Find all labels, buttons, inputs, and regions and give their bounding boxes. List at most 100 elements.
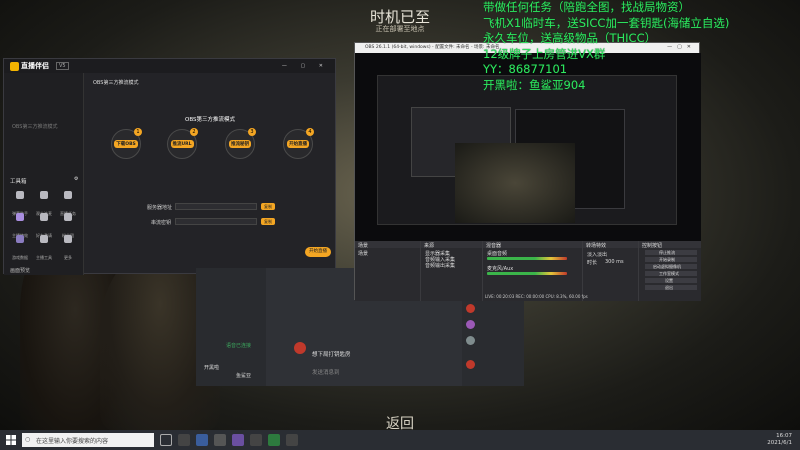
taskbar-app-icon[interactable] [196,434,208,446]
overlay-line-3: 永久车位，送高级物品（THICC） [483,31,657,46]
step-2: 2 推流URL [167,128,198,159]
live-app-logo: 直播伴侣 [10,61,49,71]
tool-label: 游戏数据 [12,255,28,260]
taskbar-app-icon[interactable] [286,434,298,446]
chat-message: 想下局打钥匙房 [312,352,351,358]
server-label: 服务器地址 [147,205,173,211]
tool-fans[interactable]: 粉丝团 [58,213,78,238]
danmu-icon [16,191,24,199]
mode-title: OBS第三方推流模式 [185,117,235,123]
clock-date: 2021/6/1 [767,440,792,446]
overlay-line-5: YY：86877101 [483,62,568,77]
dock-title: 来源 [424,243,435,249]
key-label: 串流密钥 [151,220,172,226]
tool-task[interactable]: 直播任务 [58,191,78,216]
mic-volume-meter[interactable] [487,272,567,275]
tool-danmu[interactable]: 弹幕助手 [10,191,30,216]
dock-mixer: 混音器 桌面音频 麦克风/Aux [483,241,583,301]
version-badge: V5 [56,62,69,70]
tool-label: 主播工具 [36,255,52,260]
task-view-icon[interactable] [160,434,172,446]
member-avatar [466,360,475,369]
mixer-desktop: 桌面音频 [487,251,508,257]
duration-value[interactable]: 300 ms [605,259,624,265]
tool-game-data[interactable]: 游戏数据 [10,235,30,260]
live-companion-window: 直播伴侣 V5 — ▢ ✕ OBS第三方推流模式 工具箱 ⚙ 弹幕助手 观众连麦… [3,58,336,275]
tool-lianmai[interactable]: 观众连麦 [34,191,54,216]
obs-docks: 场景 场景 来源 显示器采集 音频输入采集 音频输出采集 混音器 桌面音频 麦克… [355,241,701,301]
taskbar-app-icon[interactable] [250,434,262,446]
dock-title: 控制按钮 [642,243,663,249]
control-label: 停止推流 [659,250,675,255]
voice-connected-label: 语音已连接 [226,343,252,349]
windows-start-icon[interactable] [6,435,16,445]
tools-title: 工具箱 [10,179,27,185]
exit-button[interactable]: 退出 [645,285,697,290]
settings-button[interactable]: 设置 [645,278,697,283]
tool-label: 更多 [64,255,72,260]
tool-more[interactable]: 更多 [58,235,78,260]
search-icon: ○ [25,436,31,443]
duration-label: 时长 [587,260,598,266]
taskbar-app-icon[interactable] [178,434,190,446]
stream-room-label: OBS第三方推流模式 [93,80,139,86]
member-avatar [466,336,475,345]
invite-icon [40,213,48,221]
game-data-icon [16,235,24,243]
user-icon [40,191,48,199]
step-label: 推流URL [170,140,194,148]
obs-title-text: OBS 26.1.1 (64-bit, windows) - 配置文件: 未命名… [365,45,500,50]
preview-game-area [455,143,575,223]
copy-server-button[interactable]: 复制 [261,203,275,210]
step-label: 推流秘钥 [229,140,251,148]
source-item[interactable]: 音频输出采集 [425,262,455,269]
mixer-mic: 麦克风/Aux [487,266,514,272]
stream-overlay-text: 带做任何任务（陪跑全图，找战局物资） 飞机X1临时车，送SICC加一套钥匙(海储… [483,0,800,94]
dock-sources: 来源 显示器采集 音频输入采集 音频输出采集 [421,241,483,301]
effect-icon [16,213,24,221]
more-icon [64,235,72,243]
server-url-field[interactable] [175,203,257,210]
dock-title: 场景 [358,243,369,249]
control-label: 工作室模式 [659,271,679,276]
copy-key-button[interactable]: 复制 [261,218,275,225]
control-label: 设置 [665,278,673,283]
window-controls[interactable]: — ▢ ✕ [282,63,329,69]
user-name: 鱼鲨亚 [236,373,252,379]
live-sidebar: OBS第三方推流模式 工具箱 ⚙ 弹幕助手 观众连麦 直播任务 主播特效 好友邀… [4,73,84,275]
tool-streamer[interactable]: 主播工具 [34,235,54,260]
sidebar-note: OBS第三方推流模式 [12,124,58,130]
stop-stream-button[interactable]: 停止推流 [645,250,697,255]
game-deploy-subtitle: 正在部署至地点 [375,25,425,33]
scene-item[interactable]: 场景 [358,250,368,257]
desktop-volume-meter[interactable] [487,257,567,260]
taskbar-app-icon[interactable] [268,434,280,446]
step-3: 3 推流秘钥 [225,128,256,159]
app-logo-icon [10,61,19,71]
dock-title: 混音器 [486,243,502,249]
windows-taskbar: ○ 在这里输入你要搜索的内容 16:07 2021/6/1 [0,430,800,450]
obs-status-bar: LIVE: 00:20:03 REC: 00:00:00 CPU: 8.3%, … [485,294,588,299]
stream-key-field[interactable] [175,218,257,225]
studio-mode-button[interactable]: 工作室模式 [645,271,697,276]
tool-effects[interactable]: 主播特效 [10,213,30,238]
virtual-camera-button[interactable]: 启动虚拟摄像机 [645,264,697,269]
taskbar-app-icon[interactable] [214,434,226,446]
overlay-line-2: 飞机X1临时车，送SICC加一套钥匙(海储立自选) [483,15,730,30]
go-live-button[interactable]: 开始直播 [305,247,331,257]
control-label: 开始录制 [659,257,675,262]
dock-scenes: 场景 场景 [355,241,421,301]
chat-input[interactable]: 发送消息到 [312,368,340,376]
chat-avatar [294,342,306,354]
taskbar-search-box[interactable]: ○ 在这里输入你要搜索的内容 [22,433,154,447]
transition-select[interactable]: 淡入淡出 [587,251,607,258]
start-record-button[interactable]: 开始录制 [645,257,697,262]
dock-controls: 控制按钮 停止推流 开始录制 启动虚拟摄像机 工作室模式 设置 退出 [639,241,701,301]
tools-settings-icon[interactable]: ⚙ [74,176,78,182]
tool-invite[interactable]: 好友邀请 [34,213,54,238]
system-clock[interactable]: 16:07 2021/6/1 [767,433,792,447]
search-placeholder: 在这里输入你要搜索的内容 [36,438,109,445]
control-label: 退出 [665,285,673,290]
app-name: 直播伴侣 [21,62,49,70]
taskbar-app-icon[interactable] [232,434,244,446]
